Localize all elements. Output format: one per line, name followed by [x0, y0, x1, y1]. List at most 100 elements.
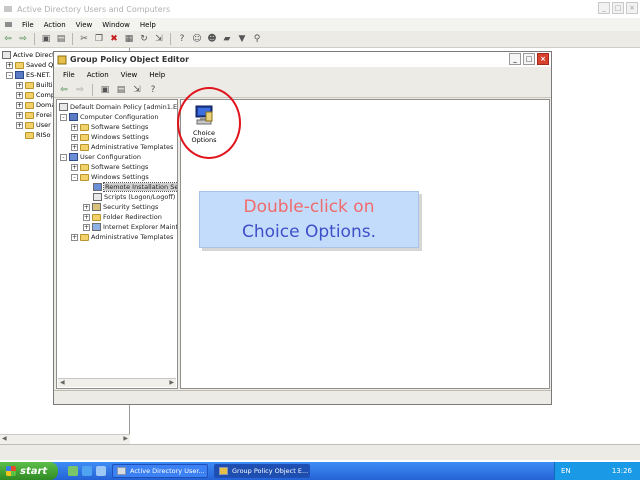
expand-icon[interactable]: + — [6, 61, 13, 69]
forward-icon[interactable]: ⇨ — [74, 84, 86, 96]
scroll-left-icon[interactable]: ◀ — [60, 379, 65, 387]
find-icon[interactable]: ⚲ — [251, 33, 263, 45]
expand-icon[interactable]: + — [16, 91, 23, 99]
tree-item-domain-controllers[interactable]: + Doma — [16, 100, 55, 110]
expand-icon[interactable]: + — [83, 213, 90, 221]
export-icon[interactable]: ⇲ — [153, 33, 165, 45]
taskbar-item-active-directory[interactable]: Active Directory User... — [112, 464, 208, 478]
scroll-right-icon[interactable]: ▶ — [123, 435, 128, 442]
tree-item-computer-configuration[interactable]: - Computer Configuration — [60, 112, 158, 122]
tree-item-foreign[interactable]: + Forei — [16, 110, 52, 120]
tree-item-saved-queries[interactable]: + Saved Q — [6, 60, 53, 70]
cut-icon[interactable]: ✂ — [78, 33, 90, 45]
collapse-icon[interactable]: - — [6, 71, 13, 79]
collapse-icon[interactable]: - — [60, 153, 67, 161]
tree-item-user-windows-settings[interactable]: - Windows Settings — [71, 172, 149, 182]
collapse-icon[interactable]: - — [60, 113, 67, 121]
forward-icon[interactable]: ⇨ — [17, 33, 29, 45]
ad-users-icon — [4, 6, 12, 12]
tree-item-user-administrative-templates[interactable]: + Administrative Templates — [71, 232, 173, 242]
gpo-maximize-button[interactable]: □ — [523, 53, 535, 65]
menu-action[interactable]: Action — [40, 21, 70, 29]
outer-menu-bar: File Action View Window Help — [0, 18, 640, 31]
gpo-menu-view[interactable]: View — [117, 71, 142, 79]
tree-item-builtin[interactable]: + Builti — [16, 80, 53, 90]
properties-icon[interactable]: ▦ — [123, 33, 135, 45]
menu-view[interactable]: View — [72, 21, 97, 29]
expand-icon[interactable]: + — [16, 81, 23, 89]
taskbar-item-gpo-editor[interactable]: Group Policy Object E... — [214, 464, 310, 478]
new-user-icon[interactable]: ☺ — [191, 33, 203, 45]
tree-item-security-settings[interactable]: + Security Settings — [83, 202, 158, 212]
outer-status-bar — [0, 444, 640, 460]
new-group-icon[interactable]: ☻ — [206, 33, 218, 45]
tree-item-windows-settings[interactable]: + Windows Settings — [71, 132, 149, 142]
help-icon[interactable]: ? — [147, 84, 159, 96]
browser-icon[interactable] — [96, 466, 106, 476]
minimize-button[interactable]: _ — [598, 2, 610, 14]
app-menu-icon[interactable] — [4, 20, 13, 29]
delete-icon[interactable]: ✖ — [108, 33, 120, 45]
tree-item-default-domain-policy[interactable]: Default Domain Policy [admin1.ES-N — [59, 102, 177, 112]
up-folder-icon[interactable]: ▣ — [40, 33, 52, 45]
close-button[interactable]: × — [626, 2, 638, 14]
new-ou-icon[interactable]: ▰ — [221, 33, 233, 45]
export-list-icon[interactable]: ⇲ — [131, 84, 143, 96]
tree-item-users[interactable]: + User — [16, 120, 51, 130]
copy-icon[interactable]: ❐ — [93, 33, 105, 45]
tree-item-remote-installation-services[interactable]: Remote Installation Ser — [93, 182, 177, 192]
help-icon[interactable]: ? — [176, 33, 188, 45]
expand-icon[interactable]: + — [16, 111, 23, 119]
expand-icon[interactable]: + — [83, 203, 90, 211]
show-tree-icon[interactable]: ▤ — [115, 84, 127, 96]
expand-icon[interactable]: + — [71, 163, 78, 171]
expand-icon[interactable]: + — [16, 121, 23, 129]
filter-icon[interactable]: ▼ — [236, 33, 248, 45]
show-tree-icon[interactable]: ▤ — [55, 33, 67, 45]
refresh-icon[interactable]: ↻ — [138, 33, 150, 45]
menu-help[interactable]: Help — [136, 21, 160, 29]
gpo-menu-file[interactable]: File — [59, 71, 79, 79]
outer-horizontal-scrollbar[interactable]: ◀ ▶ — [0, 434, 130, 444]
tree-item-administrative-templates[interactable]: + Administrative Templates — [71, 142, 173, 152]
gpo-tree-horizontal-scrollbar[interactable]: ◀ ▶ — [58, 378, 176, 387]
tree-item-folder-redirection[interactable]: + Folder Redirection — [83, 212, 162, 222]
tree-item-domain[interactable]: - ES-NET. — [6, 70, 51, 80]
gpo-tree-pane[interactable]: Default Domain Policy [admin1.ES-N - Com… — [56, 99, 178, 389]
back-icon[interactable]: ⇦ — [58, 84, 70, 96]
menu-file[interactable]: File — [18, 21, 38, 29]
folder-icon — [25, 121, 34, 129]
maximize-button[interactable]: □ — [612, 2, 624, 14]
internet-explorer-icon[interactable] — [82, 466, 92, 476]
expand-icon[interactable]: + — [71, 143, 78, 151]
gpo-menu-bar: File Action View Help — [54, 69, 551, 81]
tree-item-ris[interactable]: RISo — [25, 130, 51, 140]
expand-icon[interactable]: + — [71, 233, 78, 241]
tree-item-computers[interactable]: + Comp — [16, 90, 55, 100]
expand-icon[interactable]: + — [71, 123, 78, 131]
gpo-menu-help[interactable]: Help — [145, 71, 169, 79]
desktop-icon[interactable] — [68, 466, 78, 476]
tree-item-user-configuration[interactable]: - User Configuration — [60, 152, 141, 162]
start-button[interactable]: start — [0, 462, 58, 480]
gpo-menu-action[interactable]: Action — [83, 71, 113, 79]
gpo-minimize-button[interactable]: _ — [509, 53, 521, 65]
expand-icon[interactable]: + — [83, 223, 90, 231]
scroll-left-icon[interactable]: ◀ — [2, 435, 7, 442]
tree-item-internet-explorer-maintenance[interactable]: + Internet Explorer Maint — [83, 222, 177, 232]
gpo-close-button[interactable]: × — [537, 53, 549, 65]
callout-line1: Double-click on — [243, 197, 375, 217]
language-indicator[interactable]: EN — [561, 467, 571, 475]
back-icon[interactable]: ⇦ — [2, 33, 14, 45]
expand-icon[interactable]: + — [71, 133, 78, 141]
scroll-right-icon[interactable]: ▶ — [169, 379, 174, 387]
tree-item-software-settings[interactable]: + Software Settings — [71, 122, 148, 132]
tree-root[interactable]: Active Directo — [2, 50, 59, 60]
tree-item-user-software-settings[interactable]: + Software Settings — [71, 162, 148, 172]
clock[interactable]: 13:26 — [612, 467, 632, 475]
menu-window[interactable]: Window — [98, 21, 134, 29]
up-folder-icon[interactable]: ▣ — [99, 84, 111, 96]
expand-icon[interactable]: + — [16, 101, 23, 109]
tree-item-scripts[interactable]: Scripts (Logon/Logoff) — [93, 192, 175, 202]
collapse-icon[interactable]: - — [71, 173, 78, 181]
